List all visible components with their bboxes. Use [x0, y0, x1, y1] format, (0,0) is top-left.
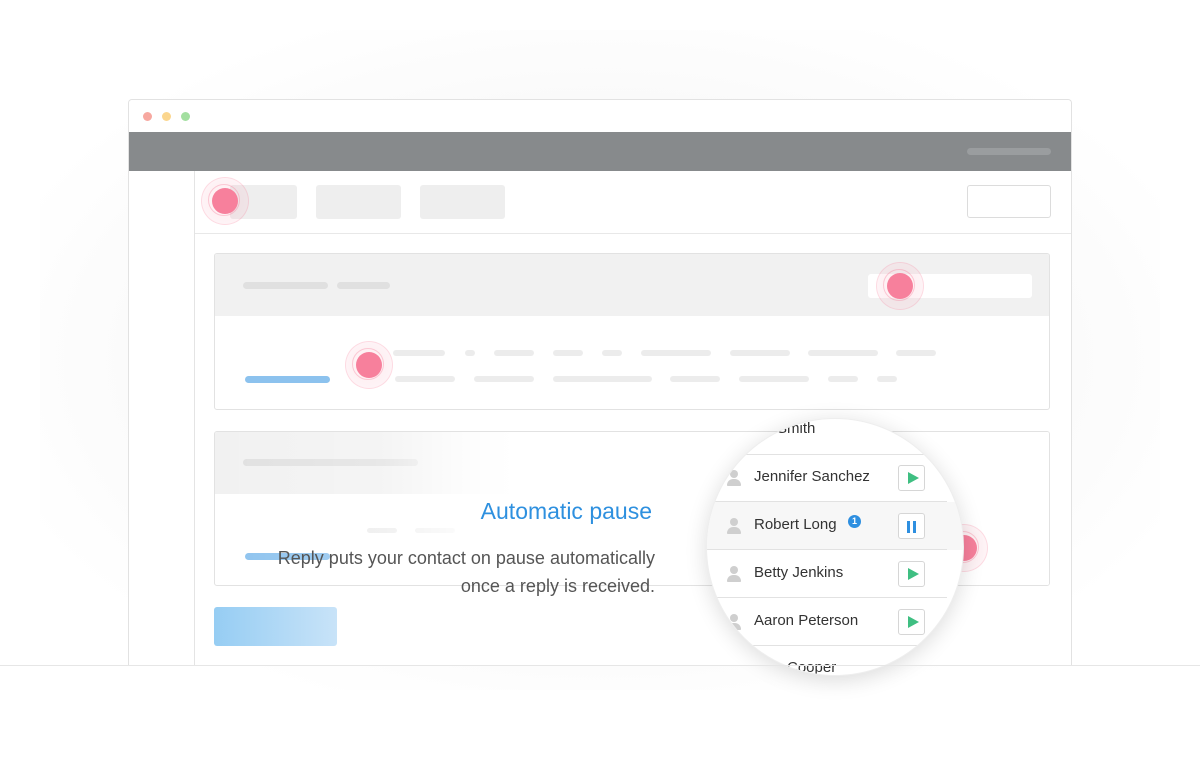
reply-count-badge: 1: [848, 515, 861, 528]
person-icon: [727, 470, 741, 486]
text-line: [465, 350, 475, 356]
sidebar: [129, 171, 195, 666]
person-icon: [727, 422, 741, 438]
page-divider: [0, 665, 1200, 666]
contact-name: Cooper: [787, 659, 837, 676]
campaign-card: [214, 253, 1050, 410]
progress-bar: [245, 376, 330, 383]
contact-row[interactable]: Cooper: [707, 646, 963, 676]
contact-name: Aaron Peterson: [754, 612, 859, 629]
text-line: [828, 376, 858, 382]
text-line: [553, 350, 583, 356]
text-line: [494, 350, 534, 356]
text-line: [602, 350, 622, 356]
hotspot-marker[interactable]: [346, 342, 392, 388]
feature-description: Reply puts your contact on pause automat…: [277, 548, 655, 596]
text-line: [730, 350, 790, 356]
hotspot-marker[interactable]: [202, 178, 248, 224]
pause-button[interactable]: [898, 513, 925, 539]
play-icon: [908, 472, 919, 484]
feature-title: Automatic pause: [480, 498, 652, 524]
contact-row[interactable]: Robert Long 1: [707, 502, 963, 550]
play-icon: [908, 616, 919, 628]
person-icon: [727, 614, 741, 630]
contact-name: Betty Jenkins: [754, 564, 844, 581]
app-header: [129, 132, 1071, 171]
contact-row[interactable]: Jennifer Sanchez: [707, 454, 963, 502]
resume-button[interactable]: [898, 609, 925, 635]
hotspot-marker[interactable]: [877, 263, 923, 309]
window-titlebar: [129, 100, 1071, 132]
contact-name: Smith: [777, 420, 816, 437]
minimize-window-dot[interactable]: [162, 112, 171, 121]
maximize-window-dot[interactable]: [181, 112, 190, 121]
contact-row[interactable]: Aaron Peterson: [707, 598, 963, 646]
text-line: [553, 376, 652, 382]
contact-name: Robert Long: [754, 516, 837, 533]
contact-name: Jennifer Sanchez: [754, 468, 870, 485]
nav-tab-2[interactable]: [316, 185, 401, 219]
text-line: [670, 376, 720, 382]
contact-row[interactable]: Smith: [707, 419, 963, 454]
text-line: [877, 376, 897, 382]
text-line: [896, 350, 936, 356]
text-line: [641, 350, 711, 356]
text-line: [395, 376, 455, 382]
close-window-dot[interactable]: [143, 112, 152, 121]
contact-list-magnifier: Smith Jennifer Sanchez Robert Long 1 Bet…: [706, 418, 964, 676]
primary-action-button[interactable]: [214, 607, 337, 646]
person-icon: [727, 518, 741, 534]
text-line: [474, 376, 534, 382]
text-line: [739, 376, 809, 382]
pause-icon: [907, 521, 917, 533]
contact-row[interactable]: Betty Jenkins: [707, 550, 963, 598]
text-line: [393, 350, 445, 356]
resume-button[interactable]: [898, 561, 925, 587]
card-header: [215, 254, 1049, 316]
card-subtitle-placeholder: [337, 282, 390, 289]
play-icon: [908, 568, 919, 580]
card-title-placeholder: [243, 282, 328, 289]
nav-bar: [195, 171, 1071, 234]
header-account-placeholder[interactable]: [967, 148, 1051, 155]
person-icon: [727, 566, 741, 582]
nav-tab-3[interactable]: [420, 185, 505, 219]
resume-button[interactable]: [898, 465, 925, 491]
text-line: [808, 350, 878, 356]
nav-action-button[interactable]: [967, 185, 1051, 218]
